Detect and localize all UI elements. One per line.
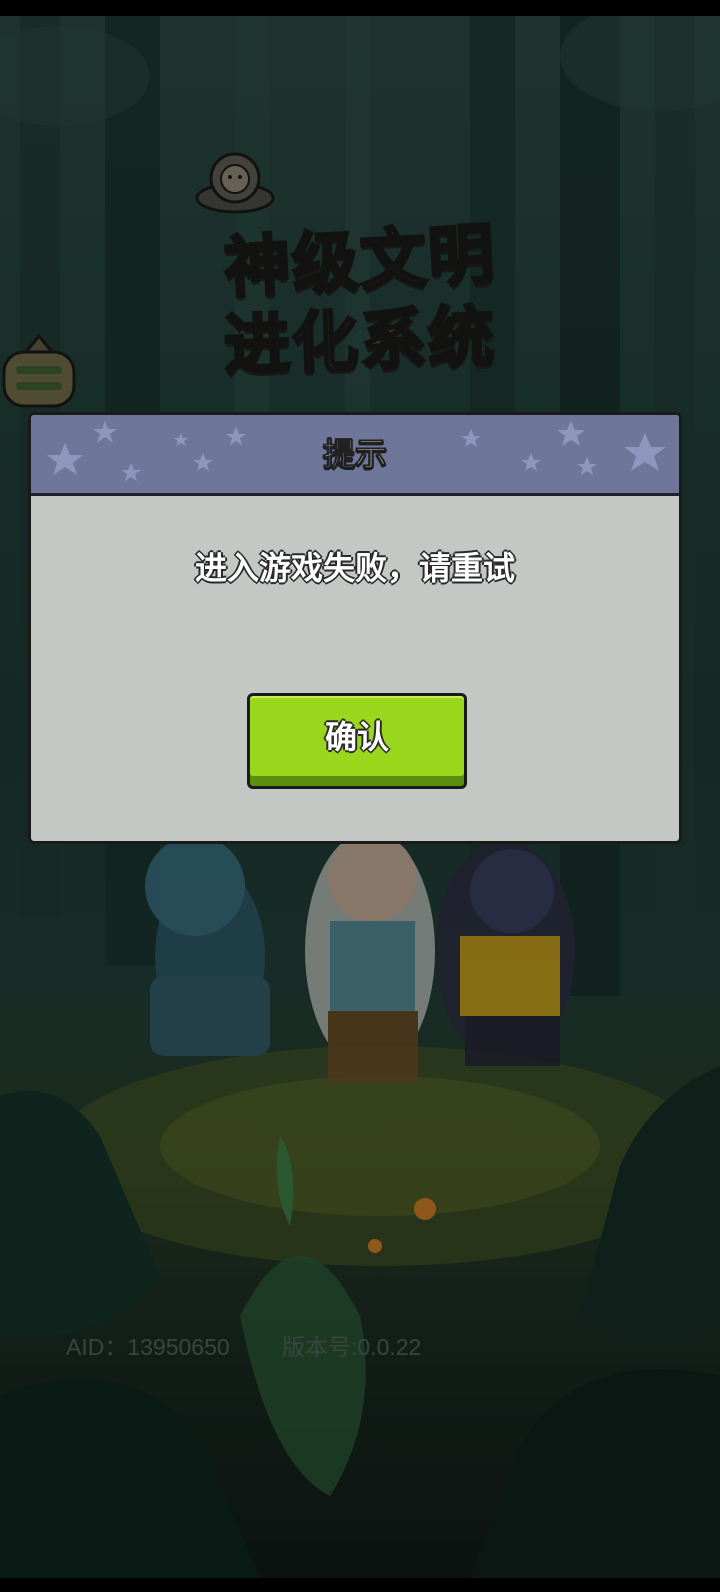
navigation-bar xyxy=(0,1578,720,1592)
confirm-button[interactable]: 确认 xyxy=(247,693,467,789)
status-bar xyxy=(0,0,720,16)
game-screen: 神级文明 进化系统 AID：13950650 版本号:0.0.22 提示 进入游… xyxy=(0,0,720,1592)
dialog-title: 提示 xyxy=(322,435,387,474)
confirm-button-label: 确认 xyxy=(324,718,389,756)
dialog-message: 进入游戏失败，请重试 xyxy=(194,549,515,587)
error-dialog: 提示 进入游戏失败，请重试 确认 xyxy=(28,412,682,844)
dialog-header: 提示 xyxy=(31,415,679,496)
